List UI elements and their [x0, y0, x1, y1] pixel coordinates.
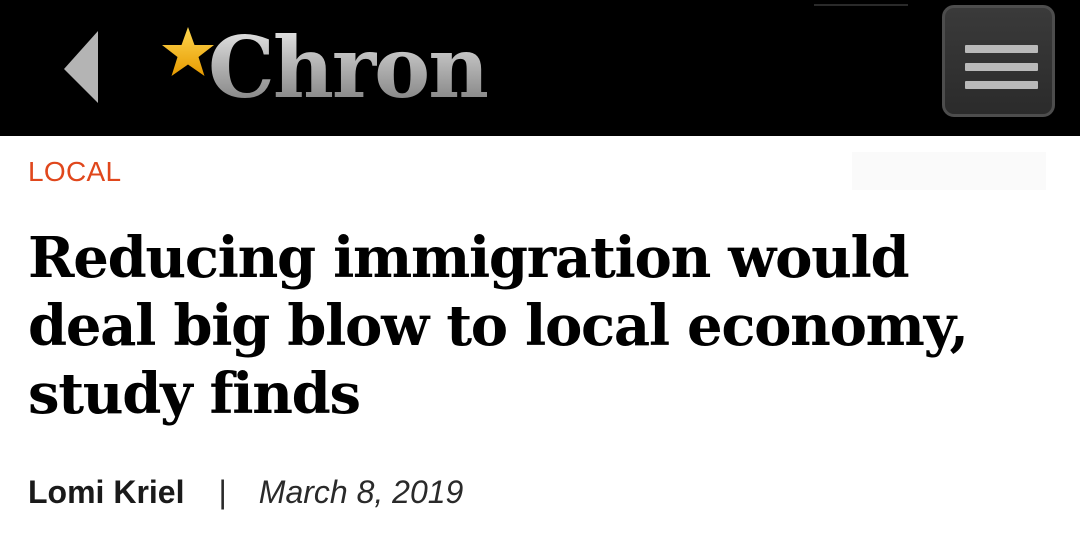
back-button[interactable] [48, 20, 118, 116]
top-navigation-bar: Chron [0, 0, 1080, 136]
hamburger-menu-icon-bar [965, 81, 1038, 89]
chron-logo[interactable]: Chron [160, 18, 489, 118]
section-link-local[interactable]: LOCAL [28, 152, 121, 192]
hamburger-menu-icon [965, 45, 1038, 53]
ad-slot [852, 152, 1046, 190]
author-name[interactable]: Lomi Kriel [28, 474, 184, 511]
chevron-left-icon [64, 31, 98, 103]
byline: Lomi Kriel | March 8, 2019 [28, 470, 463, 514]
logo-wordmark: Chron [208, 18, 489, 117]
menu-button[interactable] [942, 5, 1055, 117]
publish-date: March 8, 2019 [258, 473, 464, 510]
article-headline: Reducing immigration would deal big blow… [28, 225, 969, 427]
gold-star-icon [162, 27, 214, 76]
byline-separator: | [218, 473, 227, 510]
hamburger-menu-icon-bar [965, 63, 1038, 71]
article-page: Chron LOCAL Reducing immigration would d… [0, 0, 1080, 550]
status-strip [814, 4, 908, 6]
